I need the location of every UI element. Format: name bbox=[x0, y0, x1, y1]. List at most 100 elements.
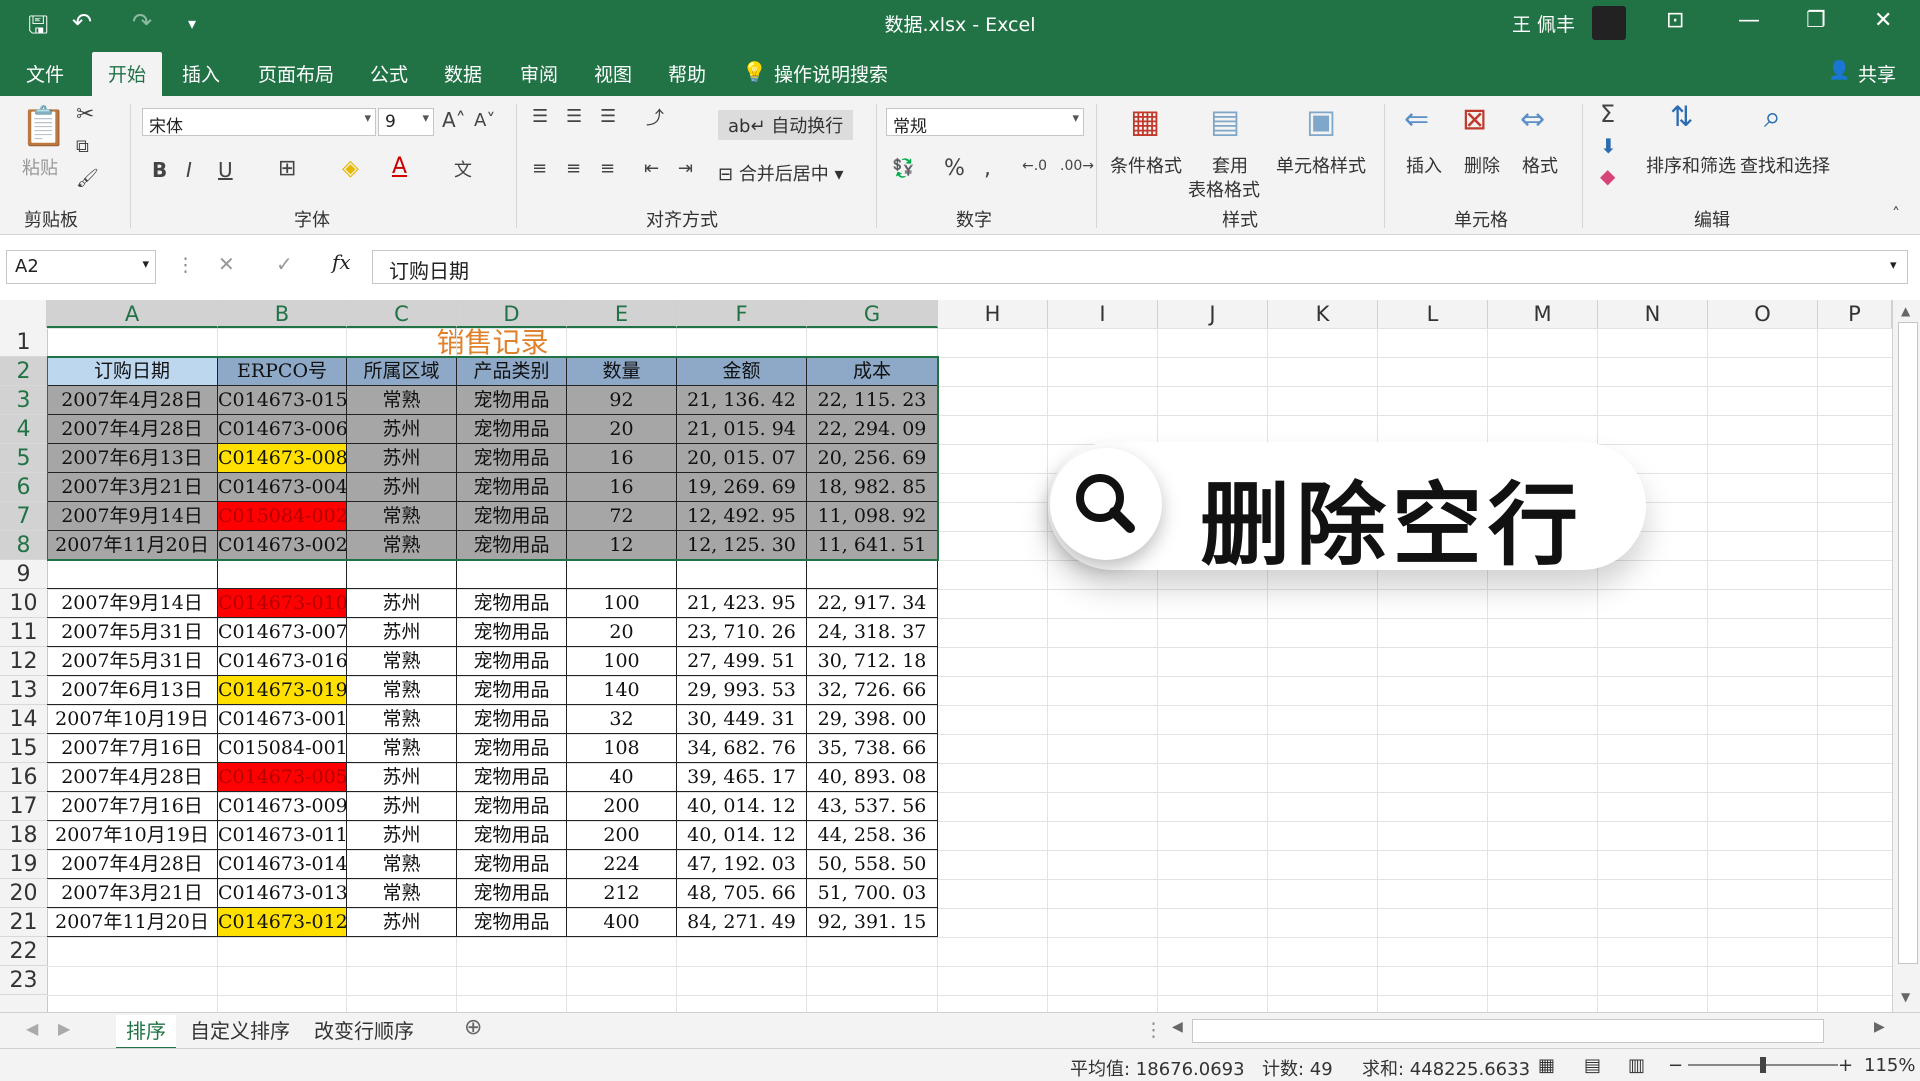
table-cell[interactable]: 30, 449. 31 bbox=[677, 705, 807, 734]
table-cell[interactable]: 宠物用品 bbox=[457, 763, 567, 792]
increase-indent-icon[interactable]: ⇥ bbox=[678, 158, 693, 179]
table-cell[interactable]: 400 bbox=[567, 908, 677, 937]
table-cell[interactable]: 宠物用品 bbox=[457, 734, 567, 763]
row-header[interactable]: 22 bbox=[0, 937, 47, 966]
table-cell[interactable]: C014673-019 bbox=[218, 676, 347, 705]
table-cell[interactable]: C014673-009 bbox=[218, 792, 347, 821]
prev-sheet-icon[interactable]: ◀ bbox=[26, 1019, 38, 1038]
column-header-a[interactable]: A bbox=[47, 300, 218, 328]
tab-help[interactable]: 帮助 bbox=[668, 60, 706, 87]
table-cell[interactable]: 常熟 bbox=[347, 850, 457, 879]
table-cell[interactable]: C014673-010 bbox=[218, 589, 347, 618]
table-cell[interactable]: C014673-001 bbox=[218, 705, 347, 734]
table-cell[interactable]: 24, 318. 37 bbox=[807, 618, 938, 647]
table-cell[interactable]: 宠物用品 bbox=[457, 850, 567, 879]
row-header[interactable]: 23 bbox=[0, 966, 47, 995]
row-header[interactable]: 11 bbox=[0, 618, 47, 647]
clear-icon[interactable]: ◆ bbox=[1600, 164, 1615, 188]
row-header[interactable]: 12 bbox=[0, 647, 47, 676]
tell-me-search[interactable]: 操作说明搜索 bbox=[774, 60, 888, 87]
accounting-icon[interactable]: 💱 bbox=[892, 158, 914, 179]
align-middle-icon[interactable]: ☰ bbox=[566, 106, 582, 127]
table-cell[interactable]: 39, 465. 17 bbox=[677, 763, 807, 792]
table-cell[interactable]: 2007年10月19日 bbox=[47, 821, 218, 850]
border-icon[interactable]: ⊞ bbox=[278, 156, 296, 181]
table-cell[interactable]: 108 bbox=[567, 734, 677, 763]
table-cell[interactable]: 苏州 bbox=[347, 763, 457, 792]
table-cell[interactable]: C014673-005 bbox=[218, 763, 347, 792]
table-cell[interactable]: 48, 705. 66 bbox=[677, 879, 807, 908]
table-cell[interactable]: 宠物用品 bbox=[457, 879, 567, 908]
page-break-view-icon[interactable]: ▥ bbox=[1628, 1055, 1645, 1076]
decrease-indent-icon[interactable]: ⇤ bbox=[644, 158, 659, 179]
autosum-icon[interactable]: Σ bbox=[1600, 100, 1615, 128]
zoom-slider-handle[interactable] bbox=[1760, 1057, 1766, 1073]
table-cell[interactable]: 40, 014. 12 bbox=[677, 792, 807, 821]
add-sheet-icon[interactable]: ⊕ bbox=[464, 1015, 482, 1040]
table-cell[interactable]: 宠物用品 bbox=[457, 908, 567, 937]
phonetic-icon[interactable]: 文 bbox=[454, 156, 472, 182]
table-cell[interactable]: 34, 682. 76 bbox=[677, 734, 807, 763]
row-header[interactable]: 16 bbox=[0, 763, 47, 792]
cancel-icon[interactable]: ✕ bbox=[218, 252, 235, 276]
italic-icon[interactable]: I bbox=[186, 158, 192, 182]
table-cell[interactable]: 2007年5月31日 bbox=[47, 647, 218, 676]
scroll-right-icon[interactable]: ▶ bbox=[1874, 1019, 1885, 1035]
row-header[interactable]: 8 bbox=[0, 531, 47, 560]
empty-cell[interactable] bbox=[677, 560, 807, 589]
row-header[interactable]: 6 bbox=[0, 473, 47, 502]
table-cell[interactable]: 47, 192. 03 bbox=[677, 850, 807, 879]
format-cells-button[interactable]: 格式 bbox=[1522, 152, 1558, 178]
row-header[interactable]: 18 bbox=[0, 821, 47, 850]
comma-icon[interactable]: , bbox=[984, 156, 991, 181]
column-header-k[interactable]: K bbox=[1268, 300, 1378, 328]
table-cell[interactable]: 50, 558. 50 bbox=[807, 850, 938, 879]
table-cell[interactable]: 常熟 bbox=[347, 647, 457, 676]
table-cell[interactable]: C014673-007 bbox=[218, 618, 347, 647]
normal-view-icon[interactable]: ▦ bbox=[1538, 1055, 1555, 1076]
column-header-l[interactable]: L bbox=[1378, 300, 1488, 328]
row-header[interactable]: 2 bbox=[0, 357, 47, 386]
table-cell[interactable]: 29, 398. 00 bbox=[807, 705, 938, 734]
enter-icon[interactable]: ✓ bbox=[276, 252, 293, 276]
table-cell[interactable]: 200 bbox=[567, 792, 677, 821]
table-cell[interactable]: 2007年3月21日 bbox=[47, 879, 218, 908]
sheet-title-cell[interactable]: 销售记录 bbox=[47, 328, 938, 357]
grow-font-icon[interactable]: A˄ bbox=[442, 108, 466, 132]
tab-data[interactable]: 数据 bbox=[444, 60, 482, 87]
cut-icon[interactable]: ✂ bbox=[76, 102, 94, 127]
table-cell[interactable]: 常熟 bbox=[347, 879, 457, 908]
table-cell[interactable]: 43, 537. 56 bbox=[807, 792, 938, 821]
table-cell[interactable]: 21, 423. 95 bbox=[677, 589, 807, 618]
table-cell[interactable]: 常熟 bbox=[347, 676, 457, 705]
row-header[interactable]: 17 bbox=[0, 792, 47, 821]
table-cell[interactable]: 29, 993. 53 bbox=[677, 676, 807, 705]
column-header-j[interactable]: J bbox=[1158, 300, 1268, 328]
table-cell[interactable]: C014673-013 bbox=[218, 879, 347, 908]
align-left-icon[interactable]: ≡ bbox=[532, 158, 547, 179]
table-cell[interactable]: 苏州 bbox=[347, 618, 457, 647]
column-header-p[interactable]: P bbox=[1818, 300, 1892, 328]
table-cell[interactable]: 224 bbox=[567, 850, 677, 879]
tab-formulas[interactable]: 公式 bbox=[370, 60, 408, 87]
name-box[interactable]: A2 ▾ bbox=[6, 250, 156, 284]
bold-icon[interactable]: B bbox=[152, 158, 167, 182]
table-cell[interactable]: 宠物用品 bbox=[457, 821, 567, 850]
empty-cell[interactable] bbox=[218, 560, 347, 589]
align-center-icon[interactable]: ≡ bbox=[566, 158, 581, 179]
align-right-icon[interactable]: ≡ bbox=[600, 158, 615, 179]
table-cell[interactable]: 苏州 bbox=[347, 908, 457, 937]
table-cell[interactable]: C014673-014 bbox=[218, 850, 347, 879]
table-cell[interactable]: 51, 700. 03 bbox=[807, 879, 938, 908]
page-layout-view-icon[interactable]: ▤ bbox=[1584, 1055, 1601, 1076]
empty-cell[interactable] bbox=[347, 560, 457, 589]
cell-style-button[interactable]: 单元格样式 bbox=[1276, 152, 1366, 178]
zoom-in-icon[interactable]: + bbox=[1838, 1055, 1853, 1076]
conditional-format-button[interactable]: 条件格式 bbox=[1110, 152, 1182, 178]
table-cell[interactable]: 30, 712. 18 bbox=[807, 647, 938, 676]
column-header-g[interactable]: G bbox=[807, 300, 938, 328]
table-cell[interactable]: 2007年11月20日 bbox=[47, 908, 218, 937]
ribbon-display-icon[interactable]: ⊡ bbox=[1666, 8, 1684, 33]
font-color-icon[interactable]: A bbox=[392, 154, 407, 179]
empty-cell[interactable] bbox=[457, 560, 567, 589]
